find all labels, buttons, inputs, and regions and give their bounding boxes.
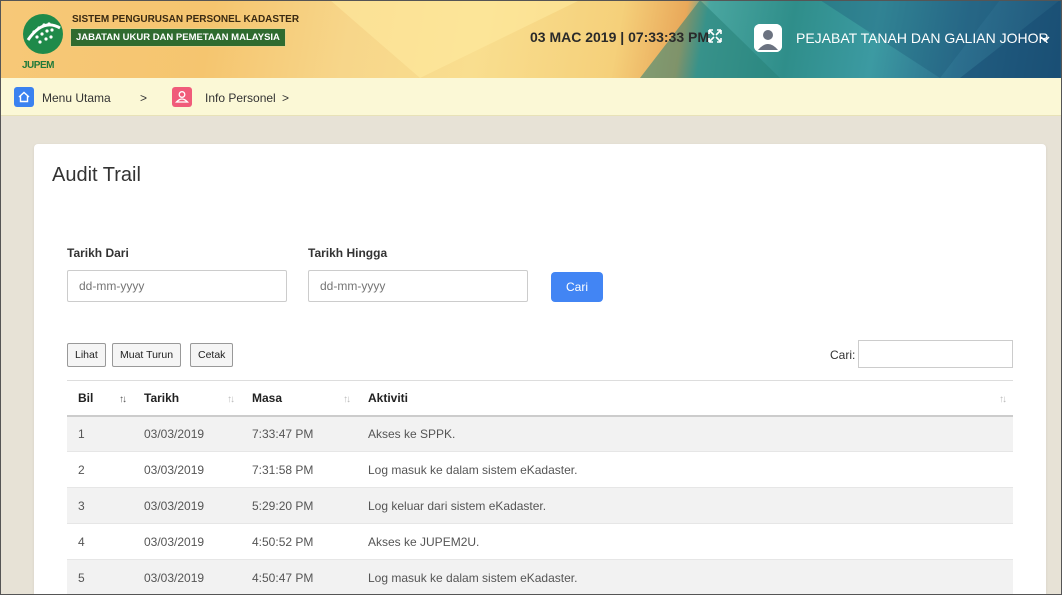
cell-masa: 5:29:20 PM	[241, 487, 357, 524]
cell-masa: 4:50:52 PM	[241, 523, 357, 560]
table-search-label: Cari:	[830, 348, 856, 362]
from-date-label: Tarikh Dari	[67, 246, 129, 260]
user-icon[interactable]	[172, 87, 192, 107]
page-title: Audit Trail	[52, 164, 141, 186]
cell-tarikh: 03/03/2019	[133, 415, 241, 452]
cell-masa: 4:50:47 PM	[241, 559, 357, 595]
column-header-bil[interactable]: Bil ↑↓	[67, 380, 133, 417]
to-date-input[interactable]	[308, 270, 528, 302]
cell-tarikh: 03/03/2019	[133, 451, 241, 488]
audit-table: Bil ↑↓ Tarikh ↑↓ Masa ↑↓ Aktiviti ↑↓ 1 03/03…	[67, 380, 1013, 595]
table-search-input[interactable]	[858, 340, 1013, 368]
expand-icon[interactable]	[706, 27, 724, 45]
sort-icon: ↑↓	[343, 394, 351, 405]
logo-text: JUPEM	[22, 60, 54, 71]
department-badge: JABATAN UKUR DAN PEMETAAN MALAYSIA	[70, 28, 286, 47]
column-header-aktiviti[interactable]: Aktiviti ↑↓	[357, 380, 1013, 417]
current-datetime: 03 MAC 2019 | 07:33:33 PM	[530, 29, 710, 45]
sort-icon: ↑↓	[119, 394, 127, 405]
column-header-masa[interactable]: Masa ↑↓	[241, 380, 357, 417]
user-avatar-icon[interactable]	[754, 24, 782, 52]
cell-tarikh: 03/03/2019	[133, 523, 241, 560]
sort-icon: ↑↓	[999, 394, 1007, 405]
cell-bil: 5	[67, 559, 133, 595]
system-title: SISTEM PENGURUSAN PERSONEL KADASTER	[72, 14, 300, 25]
breadcrumb-info-personel[interactable]: Info Personel	[205, 91, 276, 105]
cell-aktiviti: Akses ke SPPK.	[357, 415, 1013, 452]
download-button[interactable]: Muat Turun	[112, 343, 182, 367]
breadcrumb-separator: >	[140, 91, 148, 105]
breadcrumb-menu-utama[interactable]: Menu Utama	[42, 91, 111, 105]
to-date-label: Tarikh Hingga	[308, 246, 388, 260]
breadcrumb-separator: >	[282, 91, 290, 105]
cell-bil: 1	[67, 415, 133, 452]
cell-bil: 2	[67, 451, 133, 488]
table-row: 3 03/03/2019 5:29:20 PM Log keluar dari …	[67, 487, 1013, 524]
column-header-tarikh[interactable]: Tarikh ↑↓	[133, 380, 241, 417]
table-row: 2 03/03/2019 7:31:58 PM Log masuk ke dal…	[67, 451, 1013, 488]
cell-bil: 3	[67, 487, 133, 524]
from-date-input[interactable]	[67, 270, 287, 302]
view-button[interactable]: Lihat	[67, 343, 106, 367]
table-row: 1 03/03/2019 7:33:47 PM Akses ke SPPK.	[67, 415, 1013, 452]
breadcrumb: Menu Utama > Info Personel >	[0, 78, 1062, 116]
cell-aktiviti: Log keluar dari sistem eKadaster.	[357, 487, 1013, 524]
table-row: 5 03/03/2019 4:50:47 PM Log masuk ke dal…	[67, 559, 1013, 595]
table-row: 4 03/03/2019 4:50:52 PM Akses ke JUPEM2U…	[67, 523, 1013, 560]
chevron-down-icon[interactable]	[1040, 34, 1050, 44]
audit-trail-card: Audit Trail Tarikh Dari Tarikh Hingga Ca…	[34, 144, 1046, 595]
search-button[interactable]: Cari	[551, 272, 603, 302]
cell-tarikh: 03/03/2019	[133, 559, 241, 595]
cell-aktiviti: Log masuk ke dalam sistem eKadaster.	[357, 559, 1013, 595]
cell-aktiviti: Log masuk ke dalam sistem eKadaster.	[357, 451, 1013, 488]
home-icon[interactable]	[14, 87, 34, 107]
print-button[interactable]: Cetak	[190, 343, 234, 367]
office-name[interactable]: PEJABAT TANAH DAN GALIAN JOHOR	[796, 30, 1049, 46]
cell-masa: 7:31:58 PM	[241, 451, 357, 488]
cell-aktiviti: Akses ke JUPEM2U.	[357, 523, 1013, 560]
sort-icon: ↑↓	[227, 394, 235, 405]
cell-masa: 7:33:47 PM	[241, 415, 357, 452]
app-header: JUPEM SISTEM PENGURUSAN PERSONEL KADASTE…	[0, 0, 1062, 78]
cell-bil: 4	[67, 523, 133, 560]
cell-tarikh: 03/03/2019	[133, 487, 241, 524]
